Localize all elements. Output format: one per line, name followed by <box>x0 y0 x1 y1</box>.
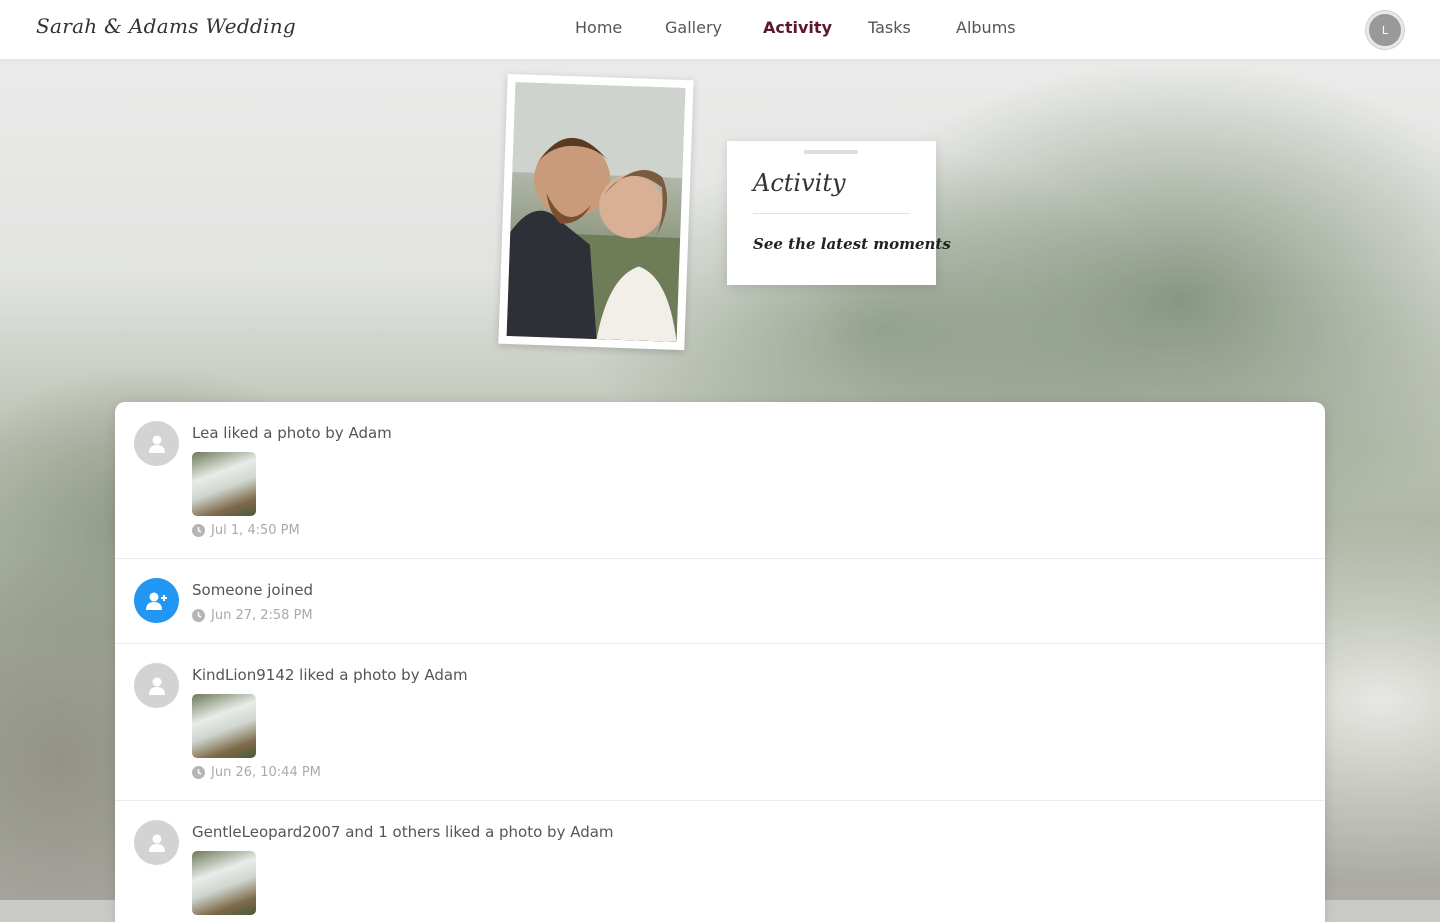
hero-title-card: Activity See the latest moments <box>727 141 951 285</box>
photo-thumbnail[interactable] <box>192 694 256 758</box>
user-avatar[interactable] <box>134 663 179 708</box>
activity-item: GentleLeopard2007 and 1 others liked a p… <box>115 801 1325 922</box>
card-tape <box>804 150 858 154</box>
user-icon <box>148 435 165 453</box>
profile-initial: L <box>1381 23 1389 37</box>
nav-activity[interactable]: Activity <box>763 18 832 37</box>
activity-text: GentleLeopard2007 and 1 others liked a p… <box>192 823 614 841</box>
activity-text: KindLion9142 liked a photo by Adam <box>192 666 468 684</box>
couple-photo <box>506 82 686 342</box>
photo-thumbnail[interactable] <box>192 851 256 915</box>
clock-icon <box>192 524 205 537</box>
user-icon <box>148 834 165 852</box>
profile-avatar-button[interactable]: L <box>1366 11 1404 49</box>
user-icon <box>148 677 165 695</box>
top-bar: Sarah & Adams Wedding Home Gallery Activ… <box>0 0 1440 60</box>
user-plus-icon <box>145 592 167 610</box>
activity-item: Someone joined Jun 27, 2:58 PM <box>115 559 1325 644</box>
activity-timestamp: Jun 27, 2:58 PM <box>192 608 313 623</box>
nav-albums[interactable]: Albums <box>956 18 1016 37</box>
timestamp-text: Jun 27, 2:58 PM <box>211 608 313 623</box>
activity-item: Lea liked a photo by Adam Jul 1, 4:50 PM <box>115 402 1325 559</box>
activity-timestamp: Jul 1, 4:50 PM <box>192 523 300 538</box>
user-avatar[interactable] <box>134 578 179 623</box>
activity-feed: Lea liked a photo by Adam Jul 1, 4:50 PM… <box>115 402 1325 922</box>
nav-tasks[interactable]: Tasks <box>868 18 911 37</box>
activity-item: KindLion9142 liked a photo by Adam Jun 2… <box>115 644 1325 801</box>
hero-polaroid-photo <box>498 73 694 351</box>
user-avatar[interactable] <box>134 820 179 865</box>
timestamp-text: Jul 1, 4:50 PM <box>211 523 300 538</box>
user-avatar[interactable] <box>134 421 179 466</box>
page-title: Activity <box>753 169 846 197</box>
clock-icon <box>192 609 205 622</box>
photo-thumbnail[interactable] <box>192 452 256 516</box>
activity-text: Lea liked a photo by Adam <box>192 424 392 442</box>
activity-timestamp: Jun 26, 10:44 PM <box>192 765 321 780</box>
main-nav: Home Gallery Activity Tasks Albums <box>0 18 1440 42</box>
nav-home[interactable]: Home <box>575 18 622 37</box>
divider <box>753 213 910 214</box>
page-subtitle: See the latest moments <box>753 235 951 253</box>
clock-icon <box>192 766 205 779</box>
activity-text: Someone joined <box>192 581 313 599</box>
timestamp-text: Jun 26, 10:44 PM <box>211 765 321 780</box>
nav-gallery[interactable]: Gallery <box>665 18 722 37</box>
